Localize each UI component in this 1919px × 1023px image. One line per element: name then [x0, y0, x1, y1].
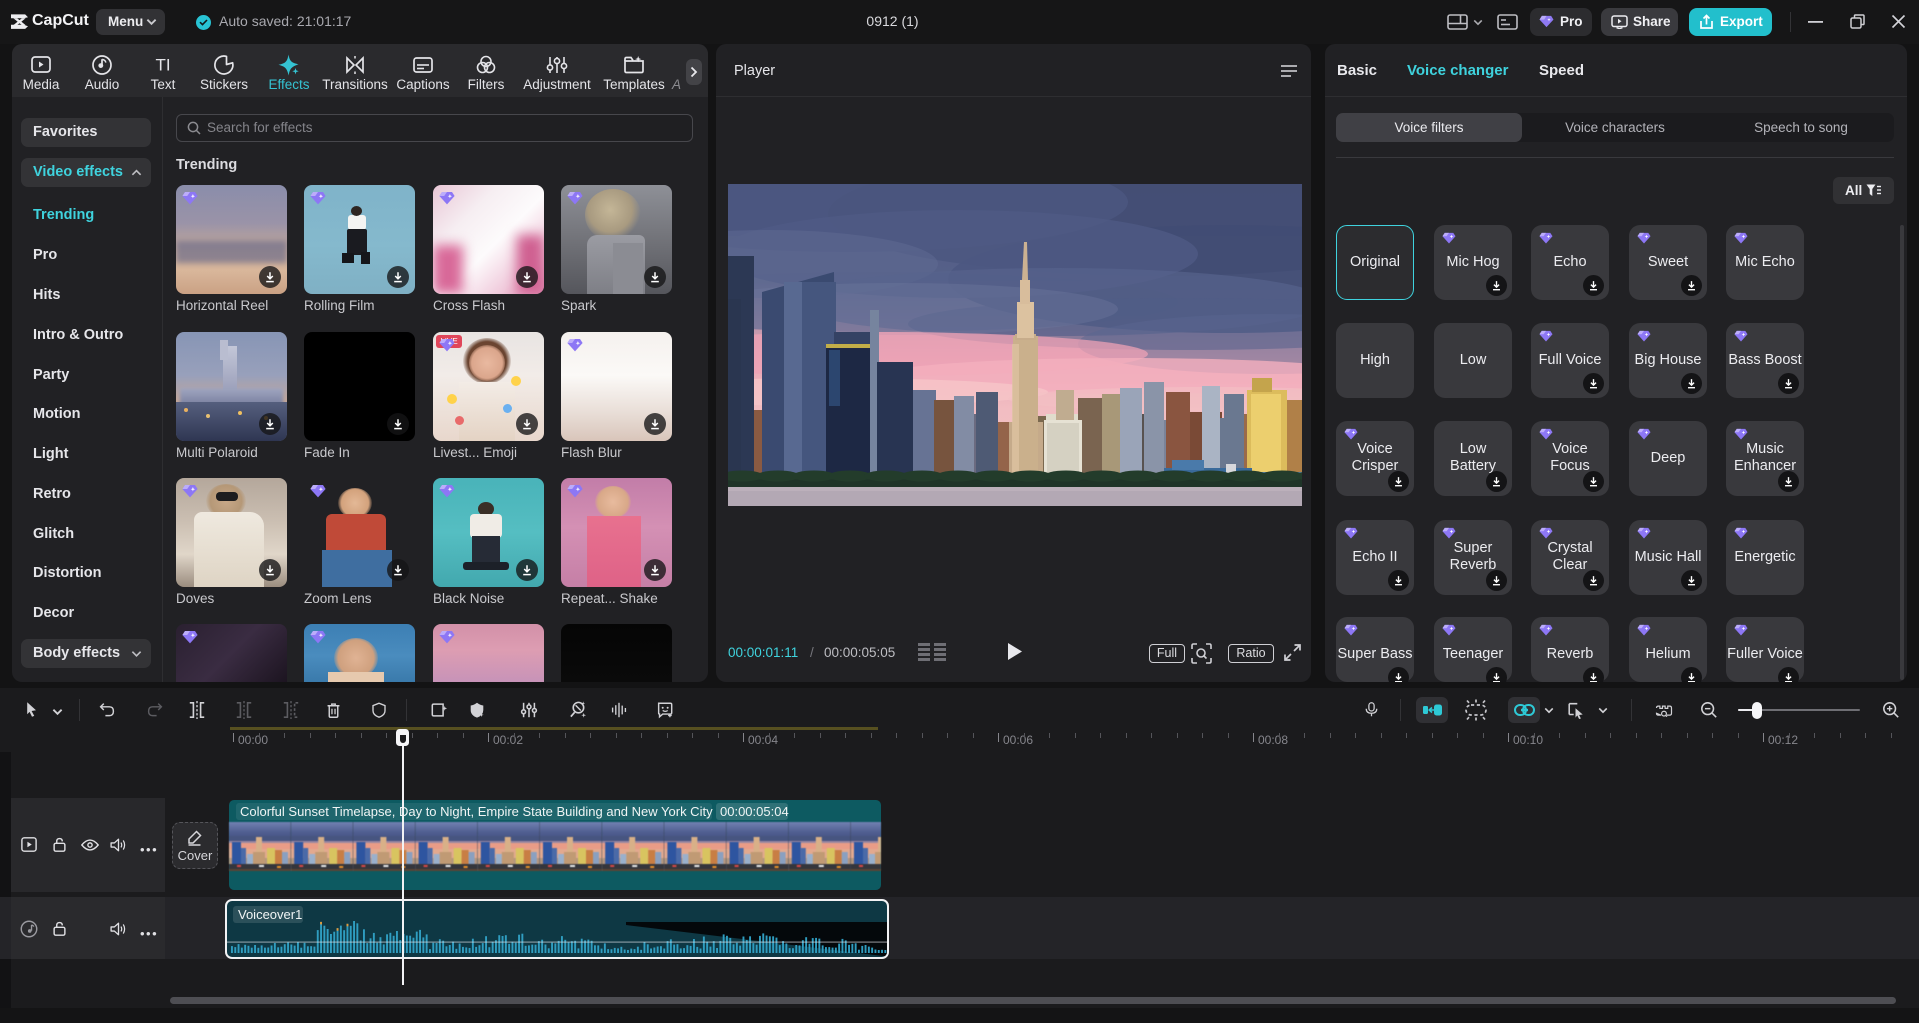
svg-text:TI: TI [155, 56, 170, 75]
